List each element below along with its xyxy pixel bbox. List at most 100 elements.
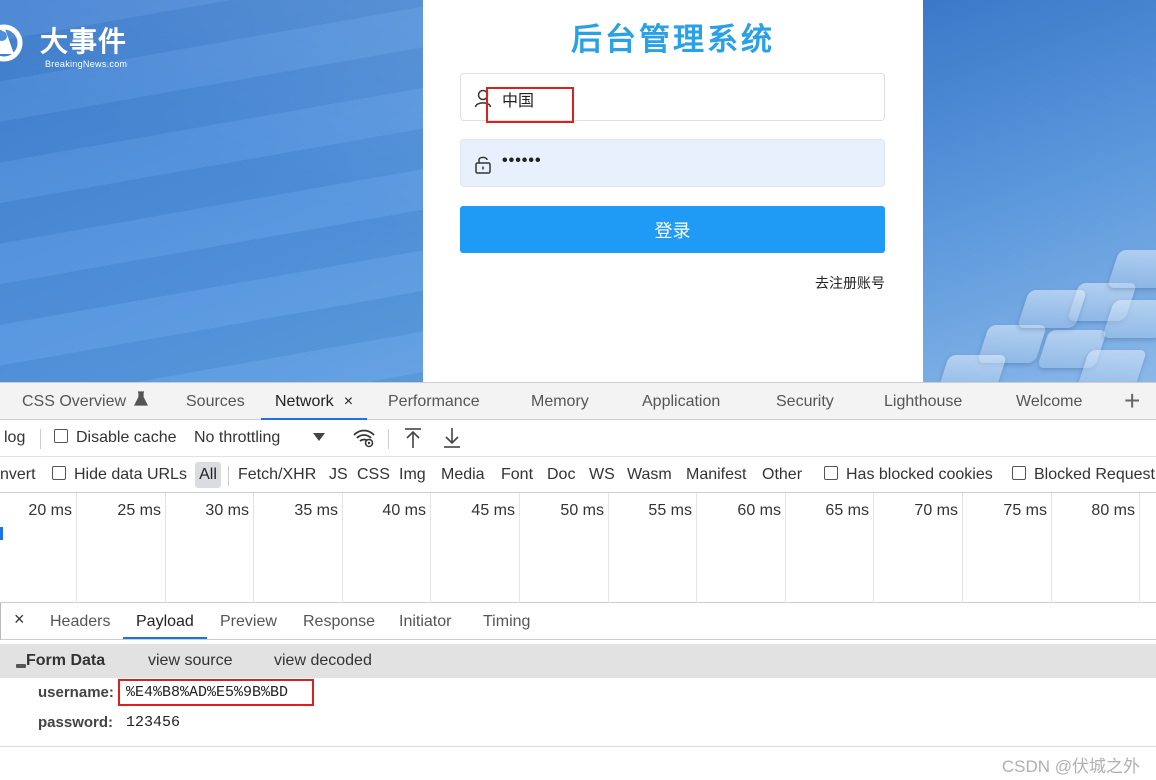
register-link[interactable]: 去注册账号 bbox=[815, 273, 885, 293]
timeline-gridline bbox=[785, 493, 786, 603]
timeline-tick-label: 80 ms bbox=[1091, 502, 1135, 519]
filter-all[interactable]: All bbox=[195, 462, 221, 488]
login-button[interactable]: 登录 bbox=[460, 206, 885, 253]
timeline-gridline bbox=[76, 493, 77, 603]
blocked-requests-checkbox[interactable]: Blocked Request bbox=[1012, 457, 1155, 493]
timeline-tick-label: 50 ms bbox=[560, 502, 604, 519]
toolbar-divider bbox=[388, 429, 389, 449]
hide-data-urls-checkbox[interactable]: Hide data URLs bbox=[52, 457, 187, 493]
login-panel: 后台管理系统 中国 •••••• 登录 去注册账号 bbox=[423, 0, 923, 382]
timeline-gridline bbox=[1051, 493, 1052, 603]
filter-js[interactable]: JS bbox=[329, 457, 348, 493]
devtools: CSS Overview Sources Network × Performanc… bbox=[0, 382, 1156, 780]
timeline-gridline bbox=[165, 493, 166, 603]
login-title: 后台管理系统 bbox=[571, 22, 775, 58]
preserve-log-label[interactable]: log bbox=[4, 420, 25, 456]
logo-name: 大事件 bbox=[40, 25, 128, 58]
form-data-title: Form Data bbox=[26, 652, 106, 669]
form-data-section-header[interactable]: Form Data view source view decoded bbox=[0, 644, 1156, 678]
network-toolbar: log Disable cache No throttling bbox=[0, 420, 1156, 457]
checkbox-box bbox=[1012, 466, 1026, 480]
tab-network[interactable]: Network × bbox=[261, 383, 368, 420]
import-har-icon[interactable] bbox=[403, 427, 423, 449]
tab-response[interactable]: Response bbox=[303, 603, 375, 639]
logo-mark-icon bbox=[0, 24, 23, 62]
timeline-gridline bbox=[873, 493, 874, 603]
logo-subtitle: BreakingNews.com bbox=[45, 59, 128, 69]
timeline-gridline bbox=[1139, 493, 1140, 603]
tab-memory[interactable]: Memory bbox=[531, 383, 589, 420]
invert-checkbox-label[interactable]: nvert bbox=[0, 457, 36, 493]
filter-wasm[interactable]: Wasm bbox=[627, 457, 672, 493]
toolbar-divider bbox=[40, 429, 41, 449]
login-page: 大事件 BreakingNews.com 后台管理系统 中国 •••••• 登录… bbox=[0, 0, 1156, 382]
timeline-gridline bbox=[608, 493, 609, 603]
timeline-gridline bbox=[253, 493, 254, 603]
tab-lighthouse[interactable]: Lighthouse bbox=[884, 383, 962, 420]
timeline-tick-label: 25 ms bbox=[117, 502, 161, 519]
filter-img[interactable]: Img bbox=[399, 457, 426, 493]
timeline-tick-label: 55 ms bbox=[648, 502, 692, 519]
timeline-gridline bbox=[519, 493, 520, 603]
highlight-box-username bbox=[486, 87, 574, 123]
tab-sources[interactable]: Sources bbox=[186, 383, 245, 420]
dropdown-arrow-icon bbox=[312, 433, 325, 441]
filter-manifest[interactable]: Manifest bbox=[686, 457, 746, 493]
filter-fetch-xhr[interactable]: Fetch/XHR bbox=[238, 457, 316, 493]
form-key: password: bbox=[38, 714, 114, 731]
filter-media[interactable]: Media bbox=[441, 457, 485, 493]
tab-timing[interactable]: Timing bbox=[483, 603, 530, 639]
panel-tabbar: CSS Overview Sources Network × Performanc… bbox=[0, 382, 1156, 420]
timeline-gridline bbox=[696, 493, 697, 603]
tab-payload[interactable]: Payload bbox=[123, 603, 207, 639]
request-detail-tabs: × Headers Payload Preview Response Initi… bbox=[0, 603, 1156, 640]
network-conditions-icon[interactable] bbox=[352, 428, 376, 448]
timeline-tick-label: 65 ms bbox=[825, 502, 869, 519]
tab-headers[interactable]: Headers bbox=[50, 603, 110, 639]
timeline-gridline bbox=[430, 493, 431, 603]
view-decoded-link[interactable]: view decoded bbox=[274, 644, 372, 678]
timeline-tick-label: 20 ms bbox=[28, 502, 72, 519]
highlight-box-encoded-value bbox=[118, 679, 314, 706]
tab-performance[interactable]: Performance bbox=[388, 383, 480, 420]
tab-application[interactable]: Application bbox=[642, 383, 720, 420]
tab-security[interactable]: Security bbox=[776, 383, 834, 420]
has-blocked-cookies-checkbox[interactable]: Has blocked cookies bbox=[824, 457, 993, 493]
timeline-tick-label: 30 ms bbox=[205, 502, 249, 519]
form-value: 123456 bbox=[126, 714, 181, 731]
background-keyboard bbox=[923, 0, 1156, 382]
filter-bar: nvert Hide data URLs All Fetch/XHR JS CS… bbox=[0, 457, 1156, 493]
filter-font[interactable]: Font bbox=[501, 457, 533, 493]
tab-css-overview[interactable]: CSS Overview bbox=[22, 383, 149, 420]
overview-timeline[interactable]: 20 ms 25 ms 30 ms 35 ms 40 ms 45 ms 50 ms 55 ms… bbox=[0, 493, 1156, 603]
request-bar bbox=[0, 527, 3, 540]
close-detail-icon[interactable]: × bbox=[14, 609, 25, 630]
timeline-tick-label: 60 ms bbox=[737, 502, 781, 519]
password-field[interactable]: •••••• bbox=[460, 139, 885, 187]
close-tab-icon[interactable]: × bbox=[344, 393, 353, 410]
watermark: CSDN @伏城之外 bbox=[1001, 757, 1140, 776]
tab-preview[interactable]: Preview bbox=[220, 603, 277, 639]
disable-cache-checkbox[interactable]: Disable cache bbox=[54, 420, 177, 456]
toolbar-divider bbox=[228, 466, 229, 486]
export-har-icon[interactable] bbox=[442, 427, 462, 449]
flask-icon bbox=[134, 391, 149, 406]
view-source-link[interactable]: view source bbox=[148, 644, 232, 678]
checkbox-box bbox=[824, 466, 838, 480]
logo: 大事件 BreakingNews.com bbox=[0, 12, 160, 76]
filter-other[interactable]: Other bbox=[762, 457, 802, 493]
timeline-tick-label: 45 ms bbox=[471, 502, 515, 519]
tab-initiator[interactable]: Initiator bbox=[399, 603, 451, 639]
form-data-row-username: username: %E4%B8%AD%E5%9B%BD bbox=[0, 680, 700, 708]
timeline-tick-label: 40 ms bbox=[382, 502, 426, 519]
form-data-row-password: password: 123456 bbox=[0, 710, 700, 738]
filter-css[interactable]: CSS bbox=[357, 457, 390, 493]
collapse-triangle-icon[interactable] bbox=[16, 664, 26, 668]
checkbox-box bbox=[52, 466, 66, 480]
throttling-select[interactable]: No throttling bbox=[194, 420, 325, 456]
filter-doc[interactable]: Doc bbox=[547, 457, 575, 493]
add-tab-icon[interactable]: + bbox=[1124, 386, 1140, 416]
filter-ws[interactable]: WS bbox=[589, 457, 615, 493]
tab-welcome[interactable]: Welcome bbox=[1016, 383, 1082, 420]
timeline-tick-label: 70 ms bbox=[914, 502, 958, 519]
